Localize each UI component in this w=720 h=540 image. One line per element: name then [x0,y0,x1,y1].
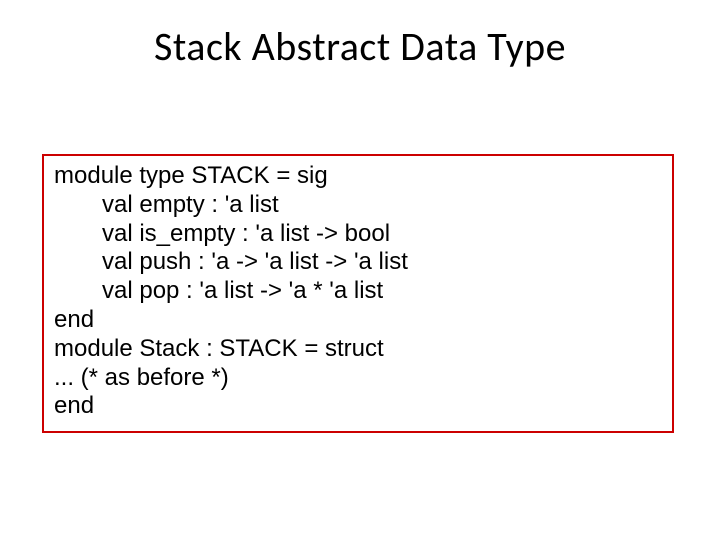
code-line: val pop : 'a list -> 'a * 'a list [54,277,662,306]
code-line: ... (* as before *) [54,364,662,393]
code-line: val is_empty : 'a list -> bool [54,220,662,249]
code-line: val empty : 'a list [54,191,662,220]
code-line: module Stack : STACK = struct [54,335,662,364]
code-line: end [54,392,662,421]
slide: Stack Abstract Data Type module type STA… [0,0,720,540]
slide-title: Stack Abstract Data Type [0,0,720,71]
code-line: module type STACK = sig [54,162,662,191]
code-box: module type STACK = sig val empty : 'a l… [42,154,674,433]
code-line: end [54,306,662,335]
code-line: val push : 'a -> 'a list -> 'a list [54,248,662,277]
